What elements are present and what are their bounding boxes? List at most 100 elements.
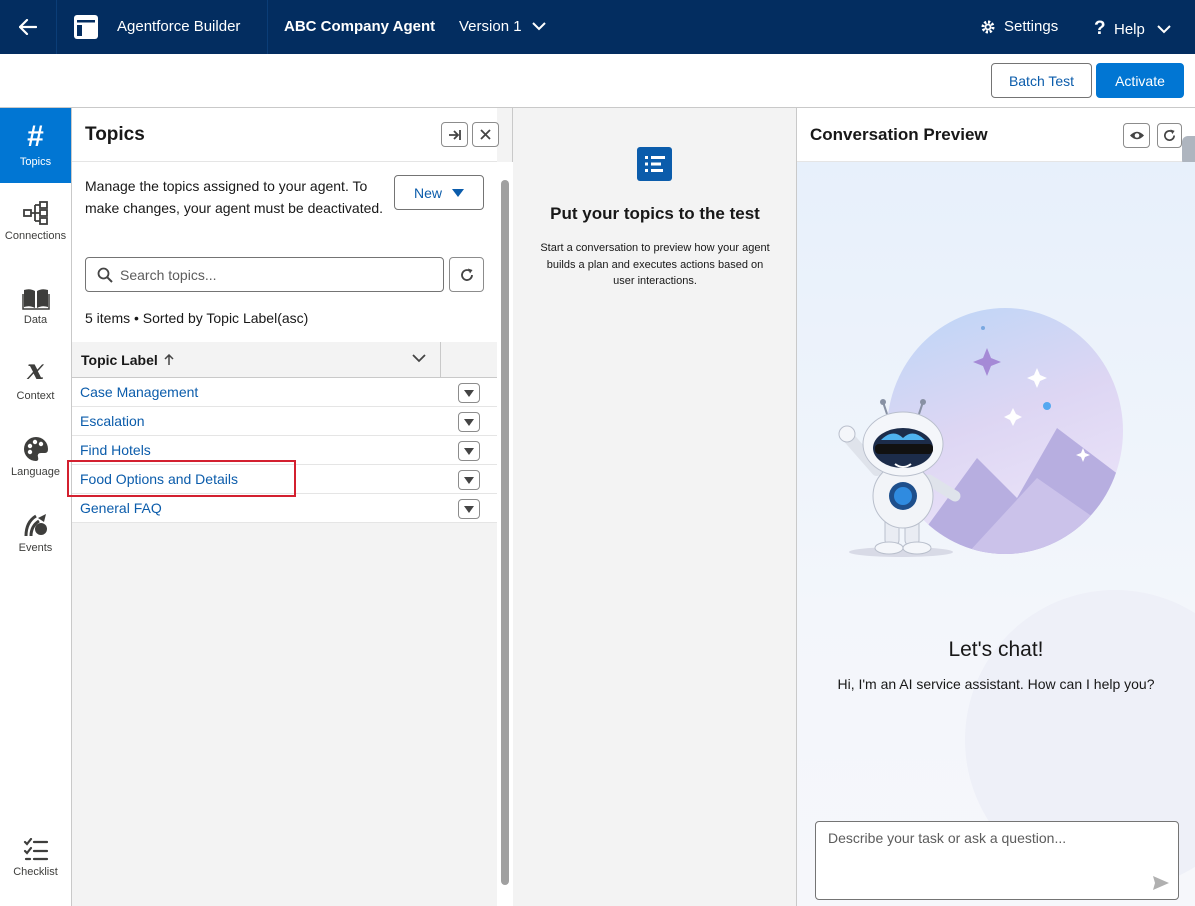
test-panel: Put your topics to the test Start a conv… (513, 108, 797, 906)
topic-link[interactable]: Find Hotels (80, 442, 151, 458)
app-name: Agentforce Builder (117, 18, 241, 35)
test-title: Put your topics to the test (550, 204, 760, 223)
collapse-right-icon (448, 129, 461, 140)
robot-mascot (838, 399, 961, 557)
column-header-topic-label[interactable]: Topic Label (81, 352, 174, 368)
refresh-icon (460, 268, 473, 281)
chevron-down-icon (1157, 24, 1171, 33)
gear-icon (981, 20, 995, 33)
rail-item-label: Topics (19, 156, 52, 168)
table-row: Escalation (72, 407, 497, 436)
collapse-panel-button[interactable] (441, 122, 468, 147)
preview-title: Conversation Preview (810, 125, 988, 144)
conversation-preview-panel: Conversation Preview Let's chat! Hi, I'm… (797, 108, 1195, 906)
caret-down-icon (464, 418, 474, 426)
row-actions-button[interactable] (458, 412, 480, 432)
panel-title: Topics (85, 124, 145, 145)
search-input[interactable] (120, 265, 430, 285)
search-icon (97, 267, 113, 283)
action-bar: Batch Test Activate (0, 54, 1195, 108)
agent-name: ABC Company Agent (284, 18, 436, 35)
rail-item-checklist[interactable]: Checklist (0, 832, 71, 878)
row-actions-button[interactable] (458, 470, 480, 490)
header-divider (267, 0, 268, 54)
rail-item-connections[interactable]: Connections (0, 196, 71, 242)
app-layout-icon (74, 15, 98, 39)
topic-link[interactable]: Case Management (80, 384, 198, 400)
row-actions-button[interactable] (458, 499, 480, 519)
table-row: General FAQ (72, 494, 497, 523)
chat-input[interactable] (828, 830, 1158, 870)
settings-button[interactable]: Settings (980, 18, 1058, 35)
refresh-icon (1164, 129, 1175, 141)
version-selector[interactable]: Version 1 (459, 18, 546, 35)
close-icon (480, 129, 491, 140)
rail-item-label: Connections (4, 230, 67, 242)
activate-button[interactable]: Activate (1096, 63, 1184, 98)
column-label: Topic Label (81, 352, 158, 368)
rail-item-context[interactable]: x Context (0, 353, 71, 402)
rail-item-label: Events (18, 542, 53, 554)
settings-label: Settings (1004, 18, 1059, 35)
version-label: Version 1 (459, 18, 522, 35)
send-icon[interactable] (1153, 876, 1169, 890)
table-row: Find Hotels (72, 436, 497, 465)
hash-icon: # (27, 120, 44, 153)
help-menu[interactable]: ? Help (1094, 18, 1171, 40)
row-actions-button[interactable] (458, 441, 480, 461)
rail-item-label: Checklist (13, 866, 58, 878)
assistant-intro: Hi, I'm an AI service assistant. How can… (837, 676, 1155, 692)
help-label: Help (1114, 20, 1145, 38)
scrollbar-thumb[interactable] (501, 180, 509, 885)
global-header: Agentforce Builder ABC Company Agent Ver… (0, 0, 1195, 54)
search-box[interactable] (85, 257, 444, 292)
topic-link[interactable]: General FAQ (80, 500, 162, 516)
events-icon (0, 508, 71, 538)
caret-down-icon (464, 389, 474, 397)
rail-item-label: Data (23, 314, 48, 326)
chevron-down-icon (531, 22, 546, 31)
rail-item-language[interactable]: Language (0, 432, 71, 478)
topics-description: Manage the topics assigned to your agent… (85, 178, 384, 216)
variable-icon: x (27, 353, 44, 386)
question-icon: ? (1094, 18, 1106, 39)
chevron-down-icon[interactable] (412, 354, 426, 363)
reset-conversation-button[interactable] (1157, 123, 1182, 148)
row-actions-button[interactable] (458, 383, 480, 403)
rail-item-events[interactable]: Events (0, 508, 71, 554)
caret-down-icon (464, 447, 474, 455)
header-divider (56, 0, 57, 54)
arrow-left-icon (19, 19, 37, 35)
preview-header: Conversation Preview (797, 108, 1195, 166)
arrow-up-icon (164, 354, 174, 365)
topics-panel: Topics Manage the topics assigned to you… (72, 108, 513, 906)
topics-header: Topics (72, 108, 499, 162)
left-nav-rail: # Topics Connections Data x Context Lang… (0, 108, 72, 906)
caret-down-icon (464, 505, 474, 513)
caret-down-icon (464, 476, 474, 484)
back-button[interactable] (0, 0, 56, 54)
new-label: New (413, 184, 442, 201)
view-button[interactable] (1123, 123, 1150, 148)
table-header: Topic Label (72, 342, 497, 378)
table-row: Case Management (72, 378, 497, 407)
rail-item-topics[interactable]: # Topics (0, 108, 71, 183)
checklist-icon (0, 832, 71, 862)
hierarchy-icon (0, 196, 71, 226)
rail-item-label: Context (16, 390, 55, 402)
column-divider (440, 342, 441, 378)
eye-icon (1129, 131, 1144, 140)
items-count: 5 items • Sorted by Topic Label(asc) (85, 310, 309, 326)
topic-link[interactable]: Food Options and Details (80, 471, 238, 487)
topic-link[interactable]: Escalation (80, 413, 145, 429)
chat-input-box[interactable] (815, 821, 1179, 900)
rail-item-data[interactable]: Data (0, 280, 71, 326)
table-row: Food Options and Details (72, 465, 497, 494)
batch-test-button[interactable]: Batch Test (991, 63, 1092, 98)
refresh-button[interactable] (449, 257, 484, 292)
test-description: Start a conversation to preview how your… (540, 242, 770, 287)
close-panel-button[interactable] (472, 122, 499, 147)
book-icon (0, 280, 71, 310)
caret-down-icon (452, 188, 464, 197)
new-topic-button[interactable]: New (394, 175, 484, 210)
